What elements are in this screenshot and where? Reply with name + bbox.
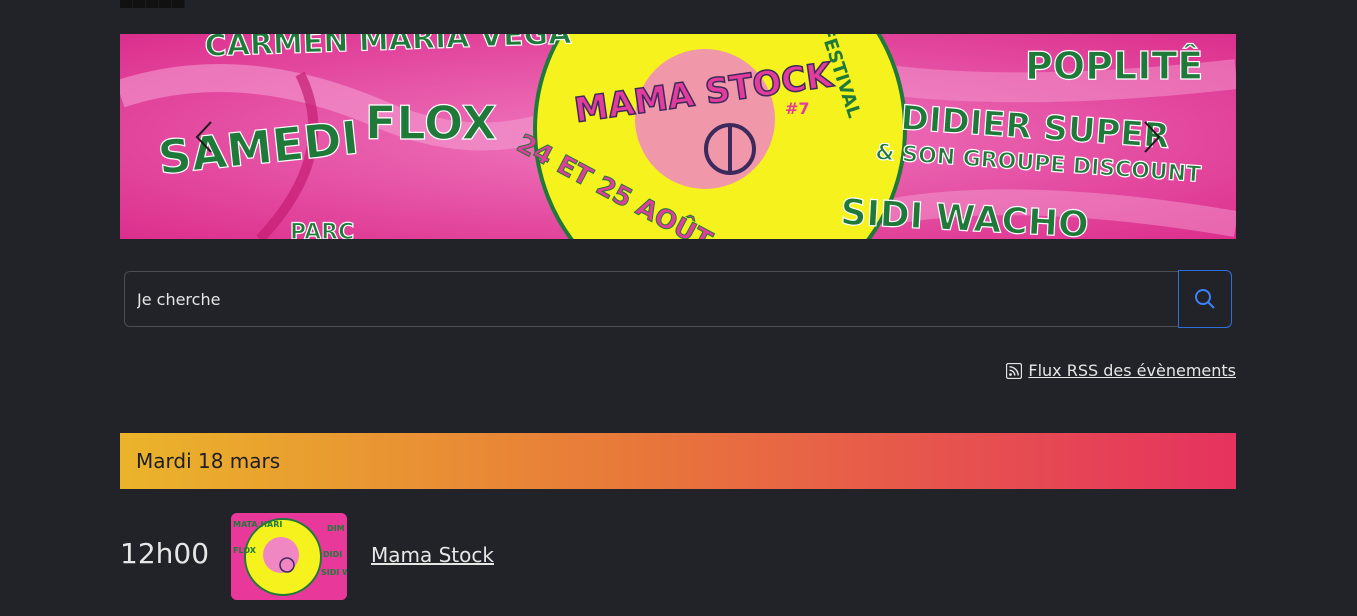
event-thumbnail-image: MATA HARI FLOX DIM DIDI SIDI WA bbox=[231, 513, 347, 600]
search-input[interactable] bbox=[124, 271, 1178, 327]
agenda-date-label: Mardi 18 mars bbox=[136, 449, 281, 473]
search-icon bbox=[1195, 289, 1215, 309]
svg-text:SIDI WA: SIDI WA bbox=[321, 568, 347, 577]
banner-artist: POPLITÊ bbox=[1025, 44, 1203, 88]
banner-artist: FLOX bbox=[365, 96, 497, 150]
svg-text:DIDI: DIDI bbox=[323, 550, 342, 559]
event-title-link[interactable]: Mama Stock bbox=[371, 543, 494, 567]
carousel-slide-image: MAMA STOCK #7 FESTIVAL 24 ET 25 AOÛT CAR… bbox=[120, 34, 1236, 239]
event-carousel[interactable]: MAMA STOCK #7 FESTIVAL 24 ET 25 AOÛT CAR… bbox=[120, 34, 1236, 239]
rss-icon bbox=[1006, 362, 1023, 379]
search-button[interactable] bbox=[1178, 270, 1232, 328]
rss-feed-link[interactable]: Flux RSS des évènements bbox=[1006, 361, 1236, 380]
site-logo[interactable]: █████ bbox=[120, 0, 220, 8]
rss-feed-label: Flux RSS des évènements bbox=[1028, 361, 1236, 380]
svg-text:DIM: DIM bbox=[327, 524, 345, 533]
svg-text:FLOX: FLOX bbox=[233, 546, 257, 555]
banner-artist: PARC bbox=[290, 220, 354, 239]
carousel-prev-button[interactable] bbox=[190, 117, 218, 157]
agenda-date-header: Mardi 18 mars bbox=[120, 433, 1236, 489]
chevron-left-icon bbox=[195, 121, 212, 153]
event-thumbnail[interactable]: MATA HARI FLOX DIM DIDI SIDI WA bbox=[231, 513, 347, 600]
event-time: 12h00 bbox=[120, 537, 210, 570]
chevron-right-icon bbox=[1144, 121, 1161, 153]
svg-text:MATA HARI: MATA HARI bbox=[233, 520, 282, 529]
carousel-next-button[interactable] bbox=[1138, 117, 1166, 157]
search-form bbox=[124, 270, 1232, 329]
banner-edition: #7 bbox=[785, 99, 810, 118]
